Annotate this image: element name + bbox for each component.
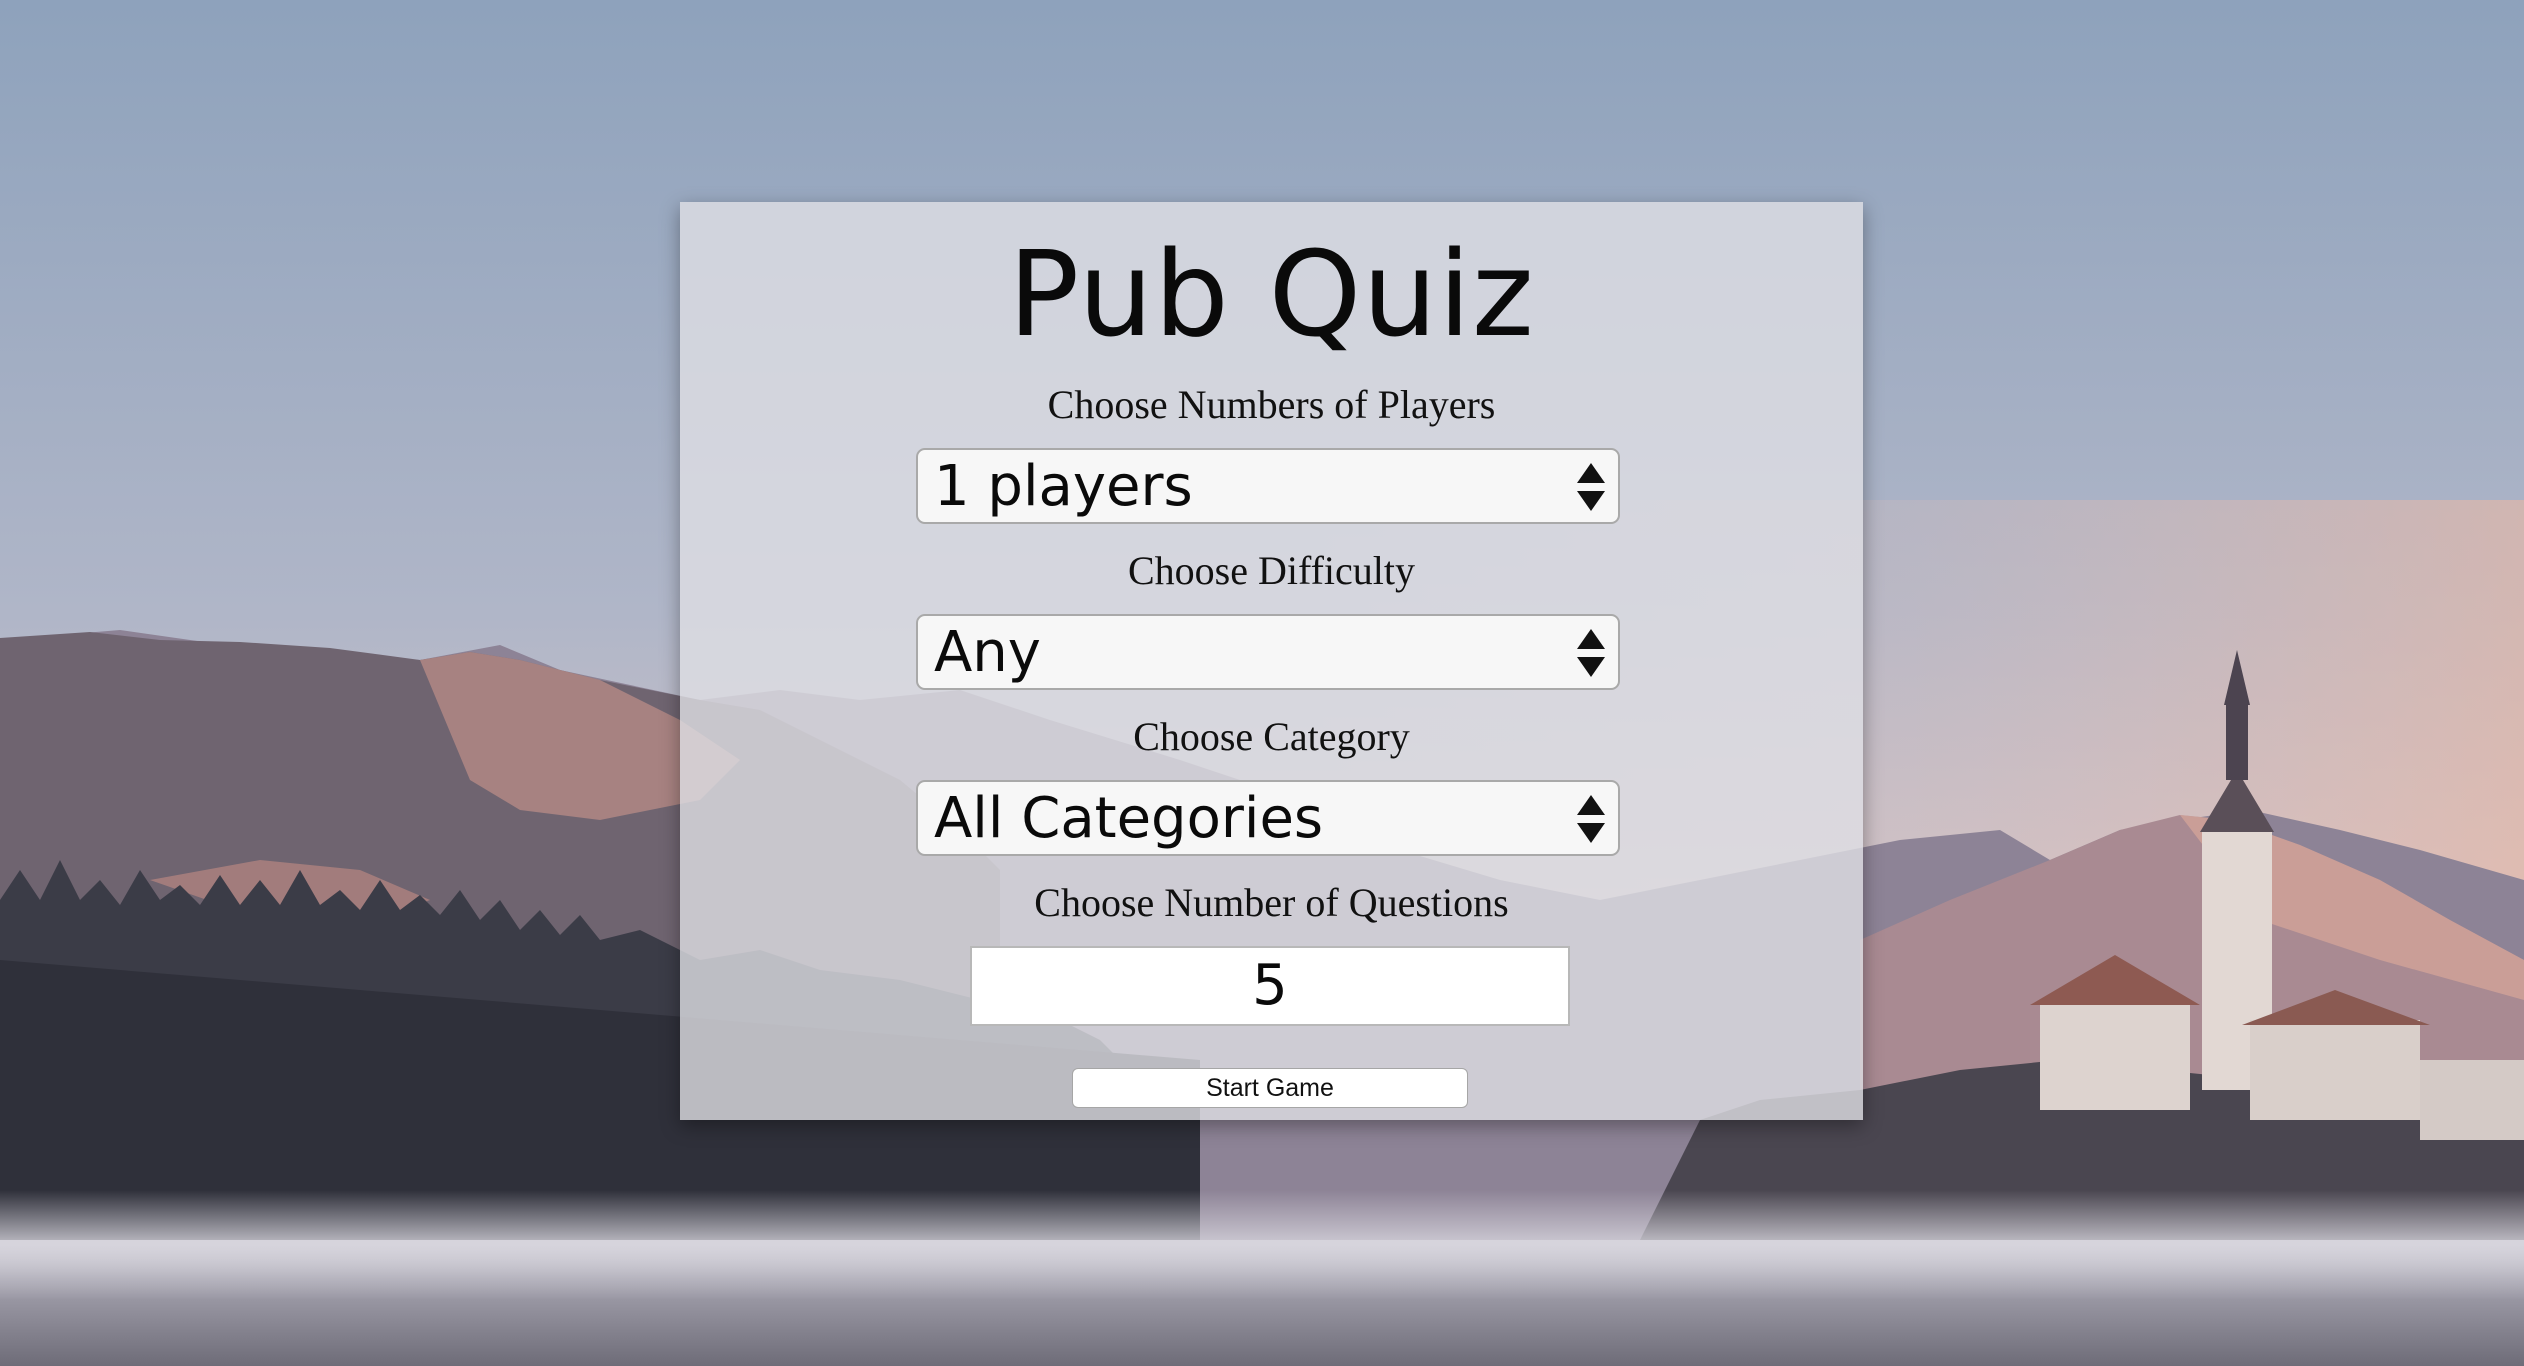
players-select-value: 1 players bbox=[934, 454, 1193, 519]
players-select[interactable]: 1 players bbox=[916, 448, 1620, 524]
difficulty-select-value: Any bbox=[934, 620, 1041, 685]
questions-number-input[interactable]: 5 bbox=[970, 946, 1570, 1026]
start-game-button[interactable]: Start Game bbox=[1072, 1068, 1468, 1108]
difficulty-select[interactable]: Any bbox=[916, 614, 1620, 690]
quiz-setup-panel: Pub Quiz Choose Numbers of Players 1 pla… bbox=[680, 202, 1863, 1120]
page-title: Pub Quiz bbox=[1008, 225, 1535, 363]
players-label: Choose Numbers of Players bbox=[1047, 382, 1496, 427]
difficulty-label: Choose Difficulty bbox=[1127, 548, 1415, 593]
up-down-arrows-icon bbox=[1577, 463, 1605, 511]
up-down-arrows-icon bbox=[1577, 795, 1605, 843]
questions-label: Choose Number of Questions bbox=[1034, 880, 1509, 925]
category-label: Choose Category bbox=[1133, 714, 1410, 759]
up-down-arrows-icon bbox=[1577, 629, 1605, 677]
category-select[interactable]: All Categories bbox=[916, 780, 1620, 856]
category-select-value: All Categories bbox=[934, 786, 1324, 851]
